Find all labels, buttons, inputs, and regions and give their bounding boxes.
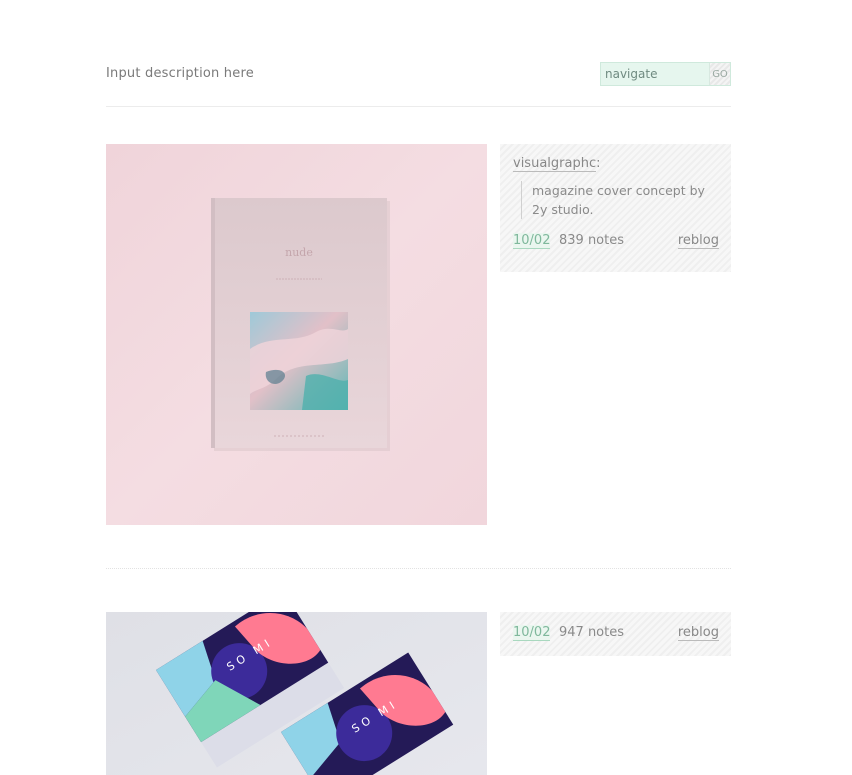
search-input[interactable]: [601, 63, 709, 85]
post-date-link[interactable]: 10/02: [513, 233, 551, 249]
search-form: GO: [600, 62, 731, 86]
reblog-link[interactable]: reblog: [677, 625, 719, 641]
post-photo[interactable]: SO MI SO MI: [106, 612, 487, 775]
post-divider: [106, 568, 731, 569]
cover-title: nude: [285, 246, 313, 259]
source-colon: :: [596, 156, 601, 171]
post-source: visualgraphc:: [513, 156, 719, 172]
post-info-row: 10/02 947 notes reblog: [513, 625, 719, 643]
blog-description: Input description here: [106, 66, 254, 81]
post-date-link[interactable]: 10/02: [513, 625, 551, 641]
reblog-link[interactable]: reblog: [677, 233, 719, 249]
notes-count: 947 notes: [559, 625, 625, 640]
post-meta: 10/02 947 notes reblog: [500, 612, 731, 656]
post-meta: visualgraphc: magazine cover concept by …: [500, 144, 731, 272]
notes-count: 839 notes: [559, 233, 625, 248]
search-go-button[interactable]: GO: [709, 63, 730, 85]
post-photo[interactable]: nude: [106, 144, 487, 525]
post-info-row: 10/02 839 notes reblog: [513, 233, 719, 251]
business-cards-image: SO MI SO MI: [106, 612, 487, 775]
magazine-cover-image: nude: [106, 144, 487, 525]
source-link[interactable]: visualgraphc: [513, 156, 597, 172]
page: Input description here GO: [0, 0, 852, 775]
post-caption: magazine cover concept by 2y studio.: [521, 181, 719, 219]
blog-header: Input description here GO: [106, 62, 731, 107]
